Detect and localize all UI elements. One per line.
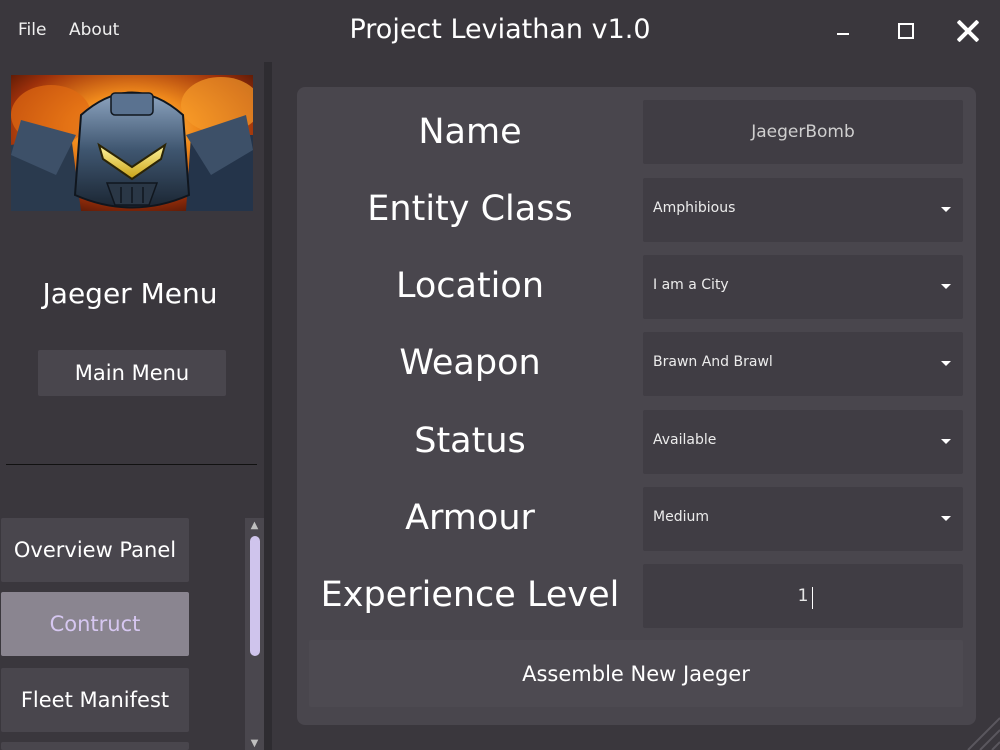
minimize-button[interactable]	[820, 10, 866, 52]
maximize-icon	[898, 23, 914, 39]
assemble-new-jaeger-button[interactable]: Assemble New Jaeger	[309, 640, 963, 707]
window-title: Project Leviathan v1.0	[349, 14, 651, 45]
close-button[interactable]	[945, 10, 991, 52]
entity-class-label: Entity Class	[367, 189, 573, 229]
chevron-down-icon	[941, 207, 951, 212]
nav-contruct[interactable]: Contruct	[1, 592, 189, 656]
nav-item-partial[interactable]	[1, 742, 189, 750]
close-icon	[957, 20, 979, 42]
title-bar: File About Project Leviathan v1.0	[0, 0, 1000, 62]
resize-grip-icon[interactable]	[962, 712, 1000, 750]
weapon-select[interactable]: Brawn And Brawl	[643, 332, 963, 396]
menu-about[interactable]: About	[69, 20, 119, 40]
entity-class-select[interactable]: Amphibious	[643, 178, 963, 242]
location-label: Location	[395, 266, 545, 306]
status-value: Available	[653, 432, 717, 448]
jaeger-robot-illustration	[11, 75, 253, 211]
sidebar-heading: Jaeger Menu	[42, 277, 218, 310]
name-input[interactable]: JaegerBomb	[643, 100, 963, 164]
scroll-up-icon[interactable]: ▲	[245, 518, 264, 532]
entity-class-value: Amphibious	[653, 200, 736, 216]
scroll-thumb[interactable]	[250, 536, 260, 656]
chevron-down-icon	[941, 361, 951, 366]
armour-label: Armour	[405, 498, 535, 538]
weapon-label: Weapon	[399, 343, 541, 383]
armour-select[interactable]: Medium	[643, 487, 963, 551]
nav-fleet-manifest[interactable]: Fleet Manifest	[1, 668, 189, 732]
status-select[interactable]: Available	[643, 410, 963, 474]
name-input-value: JaegerBomb	[751, 122, 855, 142]
armour-value: Medium	[653, 509, 709, 525]
chevron-down-icon	[941, 516, 951, 521]
experience-level-value: 1	[797, 586, 814, 609]
jaeger-hero-image	[11, 75, 253, 211]
experience-level-label: Experience Level	[320, 575, 620, 615]
jaeger-form-panel: Name JaegerBomb Entity Class Amphibious …	[297, 87, 976, 725]
sidebar-panel-divider	[264, 62, 272, 750]
weapon-value: Brawn And Brawl	[653, 354, 773, 370]
status-label: Status	[414, 421, 526, 461]
scroll-down-icon[interactable]: ▼	[245, 736, 264, 750]
location-value: I am a City	[653, 277, 729, 293]
nav-overview-panel[interactable]: Overview Panel	[1, 518, 189, 582]
sidebar: Jaeger Menu Main Menu Overview Panel Con…	[0, 62, 264, 750]
sidebar-separator	[6, 464, 257, 465]
chevron-down-icon	[941, 284, 951, 289]
experience-level-input[interactable]: 1	[643, 564, 963, 628]
menu-file[interactable]: File	[18, 20, 46, 40]
name-label: Name	[418, 112, 522, 152]
chevron-down-icon	[941, 439, 951, 444]
location-select[interactable]: I am a City	[643, 255, 963, 319]
maximize-button[interactable]	[883, 10, 929, 52]
main-menu-button[interactable]: Main Menu	[38, 350, 226, 396]
sidebar-scrollbar[interactable]: ▲ ▼	[245, 518, 264, 750]
minimize-icon	[837, 33, 849, 35]
